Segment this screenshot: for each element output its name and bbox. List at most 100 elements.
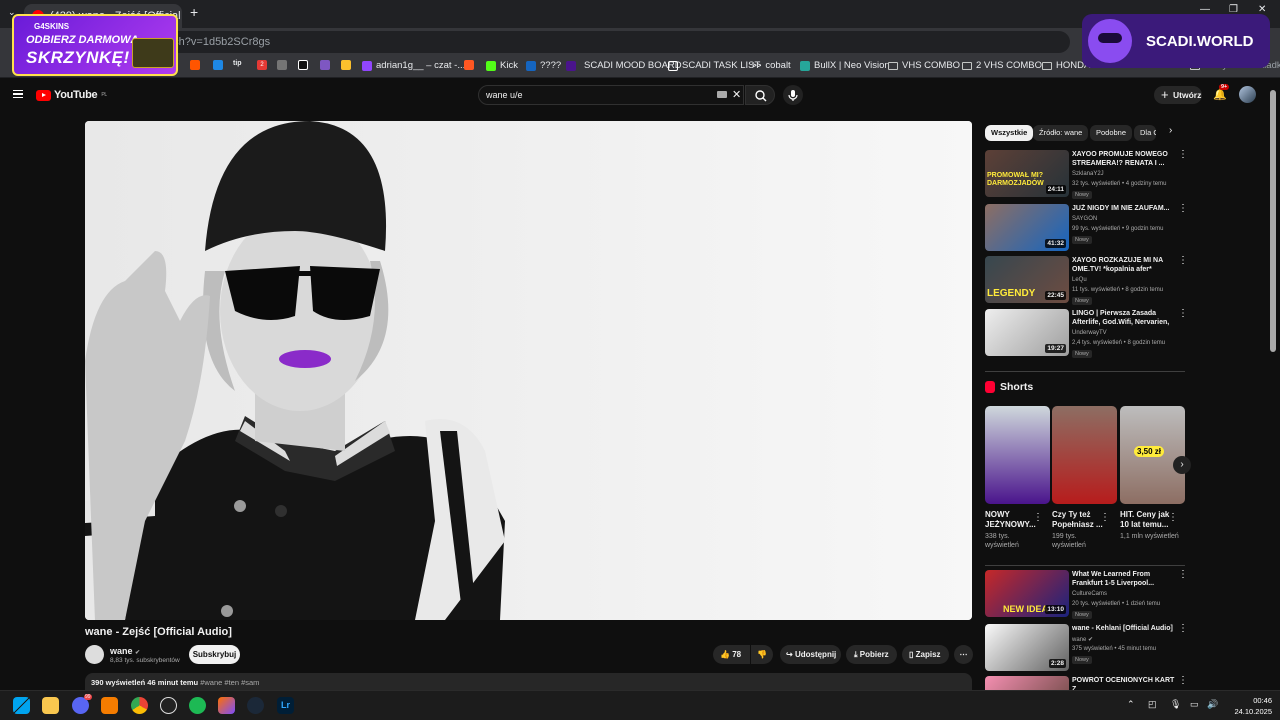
short-item[interactable]: Czy Ty też Popełniasz ... 199 tys. wyświ… — [1052, 406, 1117, 550]
bookmark-icon-1[interactable] — [190, 60, 200, 70]
more-icon[interactable]: ⋮ — [1178, 624, 1188, 634]
short-item[interactable]: NOWY JEŻYNOWY... 338 tys. wyświetleń ⋮ — [985, 406, 1050, 550]
bookmark-icon-5[interactable] — [277, 60, 287, 70]
short-title: HIT. Ceny jak 10 lat temu... — [1120, 510, 1170, 529]
create-button[interactable]: Utwórz — [1154, 86, 1202, 104]
more-icon[interactable]: ⋮ — [1178, 256, 1188, 266]
app-icon[interactable] — [101, 697, 118, 714]
avatar[interactable] — [1239, 86, 1256, 103]
youtube-logo-text: YouTube — [54, 89, 98, 101]
bookmark-icon-3[interactable]: tip — [233, 60, 242, 67]
bookmark-icon-8[interactable] — [341, 60, 351, 70]
clear-search-icon[interactable]: ✕ — [732, 86, 741, 104]
short-item[interactable]: 3,50 zł HIT. Ceny jak 10 lat temu... 1,1… — [1120, 406, 1185, 541]
video-player[interactable] — [85, 121, 972, 620]
bookmark-task-list[interactable]: SCADI TASK LIST — [668, 60, 760, 71]
url-text: atch?v=1d5b2SCr8gs — [164, 36, 271, 48]
bookmark-icon-4[interactable]: 2 — [257, 60, 267, 70]
bookmark-folder-2vhs[interactable]: 2 VHS COMBO — [962, 60, 1042, 71]
menu-icon[interactable] — [13, 90, 23, 98]
youtube-header: YouTube PL wane u/e ✕ Utwórz 🔔 9+ — [0, 79, 1280, 111]
youtube-logo[interactable]: YouTube PL — [36, 89, 107, 101]
file-explorer-icon[interactable] — [42, 697, 59, 714]
voice-search-button[interactable] — [783, 85, 803, 105]
more-icon[interactable]: ⋮ — [1168, 512, 1178, 523]
save-button[interactable]: ▯ Zapisz — [902, 645, 949, 664]
search-input[interactable]: wane u/e ✕ — [478, 85, 744, 105]
new-badge: Nowy — [1072, 350, 1092, 358]
network-icon[interactable]: ◰ — [1148, 699, 1157, 710]
lightroom-icon[interactable]: Lr — [277, 697, 294, 714]
list-item[interactable]: NEW IDEA 13:10 What We Learned From Fran… — [985, 570, 1188, 619]
more-icon[interactable]: ⋮ — [1033, 512, 1043, 523]
thumb-caption: PROMOWAŁ MI? DARMOZJADÓW — [987, 172, 1044, 187]
like-button[interactable]: 👍 78 — [713, 645, 750, 664]
windows-start-icon[interactable] — [13, 697, 30, 714]
short-title: Czy Ty też Popełniasz ... — [1052, 510, 1103, 529]
bookmark-question[interactable]: ???? — [526, 60, 561, 71]
page-scrollbar[interactable] — [1270, 90, 1276, 352]
hashtags[interactable]: #wane #ten #sam — [200, 678, 259, 687]
bookmark-mood-board[interactable]: SCADI MOOD BOARD — [566, 60, 682, 71]
more-icon[interactable]: ⋮ — [1178, 309, 1188, 319]
list-item[interactable]: LEGENDY 22:45 XAYOO ROZKAZUJE MI NA OME.… — [985, 256, 1188, 305]
channel-name[interactable]: wane ✔ — [110, 646, 140, 656]
tray-chevron-icon[interactable]: ⌃ — [1127, 699, 1135, 710]
more-icon[interactable]: ⋮ — [1100, 512, 1110, 523]
microphone-tray-icon[interactable]: 🎙 — [1170, 699, 1181, 710]
more-icon[interactable]: ⋮ — [1178, 676, 1185, 686]
rec-title: wane - Kehlani [Official Audio] — [1072, 625, 1173, 632]
rec-channel: wane ✔ — [1072, 636, 1093, 643]
url-input[interactable]: atch?v=1d5b2SCr8gs — [150, 31, 1070, 53]
chip-all[interactable]: Wszystkie — [985, 125, 1034, 141]
list-item[interactable]: 2:28 wane - Kehlani [Official Audio] wan… — [985, 624, 1188, 672]
logo-region: PL — [101, 92, 107, 98]
list-item[interactable]: 41:32 JUŻ NIGDY IM NIE ZAUFAM... SAYGON … — [985, 204, 1188, 252]
chip-similar[interactable]: Podobne — [1090, 125, 1133, 141]
tiktok-bookmark-icon[interactable] — [298, 60, 308, 70]
search-button[interactable] — [745, 85, 775, 105]
bookmark-folder-vhs[interactable]: VHS COMBO — [888, 60, 960, 71]
clock[interactable]: 00:46 24.10.2025 — [1234, 695, 1272, 717]
display-icon[interactable]: ▭ — [1190, 699, 1199, 710]
keyboard-icon[interactable] — [717, 91, 727, 98]
bookmark-kick[interactable] — [464, 60, 474, 70]
spotify-icon[interactable] — [189, 697, 206, 714]
list-item[interactable]: POWRÓT OCENIONYCH KART Z ⋮ — [985, 676, 1185, 690]
bookmark-icon-7[interactable] — [320, 60, 330, 70]
promo-line1: ODBIERZ DARMOWĄ — [26, 34, 139, 46]
chips-next-icon[interactable]: › — [1169, 125, 1172, 136]
list-item[interactable]: PROMOWAŁ MI? DARMOZJADÓW 24:11 XAYOO PRO… — [985, 150, 1188, 199]
bookmark-icon-2[interactable] — [213, 60, 223, 70]
more-icon[interactable]: ⋮ — [1178, 150, 1188, 160]
download-button[interactable]: ⤓ Pobierz — [846, 645, 897, 664]
channel-avatar[interactable] — [85, 645, 104, 664]
subscribe-button[interactable]: Subskrybuj — [189, 645, 240, 664]
kick-icon — [486, 60, 496, 71]
bookmark-cobalt[interactable]: >> cobalt — [752, 60, 791, 71]
twitch-icon — [362, 60, 372, 71]
more-icon[interactable]: ⋮ — [1178, 204, 1188, 214]
scadi-overlay[interactable]: SCADI.WORLD — [1082, 14, 1270, 68]
share-button[interactable]: ↪ Udostępnij — [780, 645, 841, 664]
more-actions-button[interactable]: ⋯ — [954, 645, 973, 664]
shorts-next-icon[interactable]: › — [1173, 456, 1191, 474]
bookmark-label: SCADI MOOD BOARD — [584, 60, 682, 71]
volume-icon[interactable]: 🔊 — [1207, 699, 1218, 710]
photos-icon[interactable] — [218, 697, 235, 714]
steam-icon[interactable] — [247, 697, 264, 714]
bookmark-twitch[interactable]: adrian1g__ – czat -... — [362, 60, 465, 71]
more-icon[interactable]: ⋮ — [1178, 570, 1188, 580]
bookmark-kick-label[interactable]: Kick — [486, 60, 518, 71]
promo-overlay[interactable]: G4SKINS ODBIERZ DARMOWĄ SKRZYNKĘ! — [12, 14, 178, 76]
search-icon — [755, 90, 767, 102]
list-item[interactable]: 19:27 LINGO | Pierwsza Zasada Afterlife,… — [985, 309, 1188, 358]
new-tab-icon[interactable]: + — [190, 4, 198, 20]
chip-for-you[interactable]: Dla Ci — [1134, 125, 1156, 141]
obs-icon[interactable] — [160, 697, 177, 714]
dislike-button[interactable]: 👎 — [751, 645, 773, 664]
bookmark-label: ???? — [540, 60, 562, 71]
chrome-icon[interactable] — [131, 697, 148, 714]
bookmark-bullx[interactable]: BullX | Neo Vision — [800, 60, 890, 71]
chip-source[interactable]: Źródło: wane — [1033, 125, 1089, 141]
